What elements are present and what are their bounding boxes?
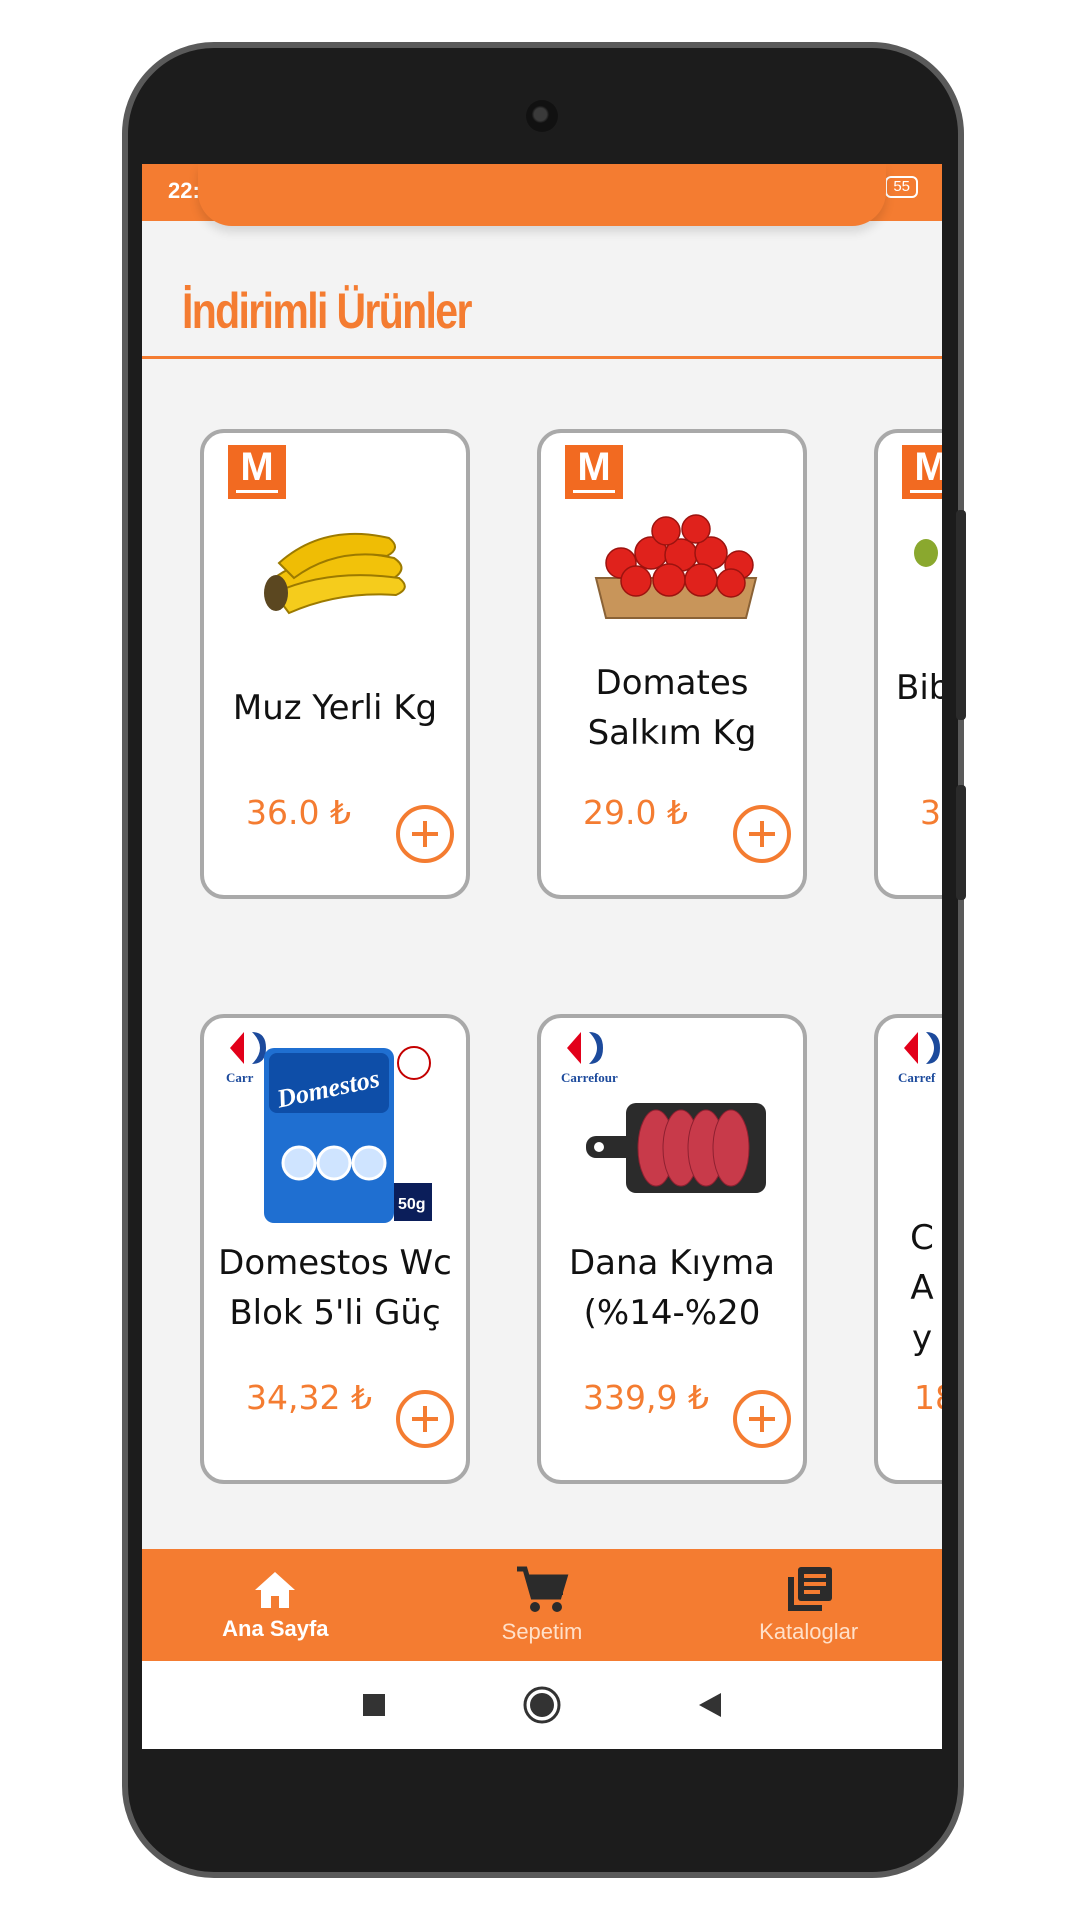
cart-icon: [517, 1566, 569, 1612]
domestos-image: Domestos 50g: [264, 1046, 432, 1223]
home-icon: [255, 1572, 296, 1608]
catalog-icon: [787, 1567, 832, 1611]
store-logo-carrefour: Carrefour: [561, 1032, 618, 1085]
product-name: Domates Salkım Kg: [587, 663, 757, 753]
product-price: 36.0 ₺: [246, 793, 351, 832]
product-name: Dana Kıyma (%14-%20: [568, 1243, 776, 1333]
header-bar: [198, 164, 886, 226]
nav-catalogs-label: Kataloglar: [759, 1619, 859, 1644]
bottom-navigation: Ana Sayfa Sepetim Kataloglar: [142, 1549, 942, 1661]
nav-cart-label: Sepetim: [501, 1619, 583, 1644]
power-button: [956, 510, 966, 720]
svg-text:Carr: Carr: [226, 1070, 254, 1085]
plus-icon: [412, 821, 438, 847]
product-name: C Ay: [910, 1218, 934, 1358]
product-price: 18: [914, 1378, 942, 1417]
volume-button: [956, 785, 966, 900]
plus-icon: [749, 1406, 775, 1432]
section-title: İndirimli Ürünler: [182, 283, 472, 339]
plus-icon: [412, 1406, 438, 1432]
plus-icon: [749, 821, 775, 847]
tomato-image: [594, 514, 758, 619]
product-price: 34,32 ₺: [246, 1378, 372, 1417]
product-card[interactable]: Carr Domestos 50g Domestos Wc Blok 5'li …: [200, 1014, 470, 1484]
product-card[interactable]: M Bib 3: [874, 429, 942, 899]
title-divider: [142, 356, 942, 359]
product-name: Domestos Wc Blok 5'li Güç: [218, 1243, 452, 1333]
nav-catalogs[interactable]: Kataloglar: [675, 1549, 942, 1661]
back-icon[interactable]: [697, 1691, 723, 1719]
banana-image: [264, 532, 406, 615]
battery-icon: 55: [885, 176, 918, 198]
store-logo-carrefour: Carref: [898, 1032, 940, 1085]
product-card[interactable]: M Domates Salkım Kg 29.0 ₺: [537, 429, 807, 899]
home-system-icon[interactable]: [522, 1685, 562, 1725]
add-to-cart-button[interactable]: [733, 1390, 791, 1448]
product-card[interactable]: Carrefour Dana Kıyma (%14-%20 339,9 ₺: [537, 1014, 807, 1484]
add-to-cart-button[interactable]: [396, 805, 454, 863]
product-price: 339,9 ₺: [583, 1378, 709, 1417]
recent-apps-icon[interactable]: [361, 1692, 387, 1718]
product-card[interactable]: Carref C Ay 18: [874, 1014, 942, 1484]
nav-cart[interactable]: Sepetim: [409, 1549, 676, 1661]
product-price: 3: [920, 793, 941, 832]
store-logo-migros: M: [902, 445, 942, 499]
front-camera: [526, 100, 558, 132]
svg-text:Carref: Carref: [898, 1070, 936, 1085]
svg-text:50g: 50g: [398, 1196, 426, 1213]
app-screen: 22:04 55 İndirimli Ürünler M Muz Yerli K…: [142, 164, 942, 1749]
product-name: Bib: [896, 668, 942, 708]
nav-home[interactable]: Ana Sayfa: [142, 1549, 409, 1661]
minced-meat-image: [586, 1103, 766, 1193]
system-navigation: [142, 1661, 942, 1749]
pepper-image: [914, 539, 938, 567]
product-price: 29.0 ₺: [583, 793, 688, 832]
nav-home-label: Ana Sayfa: [222, 1616, 329, 1641]
add-to-cart-button[interactable]: [396, 1390, 454, 1448]
product-name: Muz Yerli Kg: [232, 688, 438, 728]
product-card[interactable]: M Muz Yerli Kg 36.0 ₺: [200, 429, 470, 899]
add-to-cart-button[interactable]: [733, 805, 791, 863]
